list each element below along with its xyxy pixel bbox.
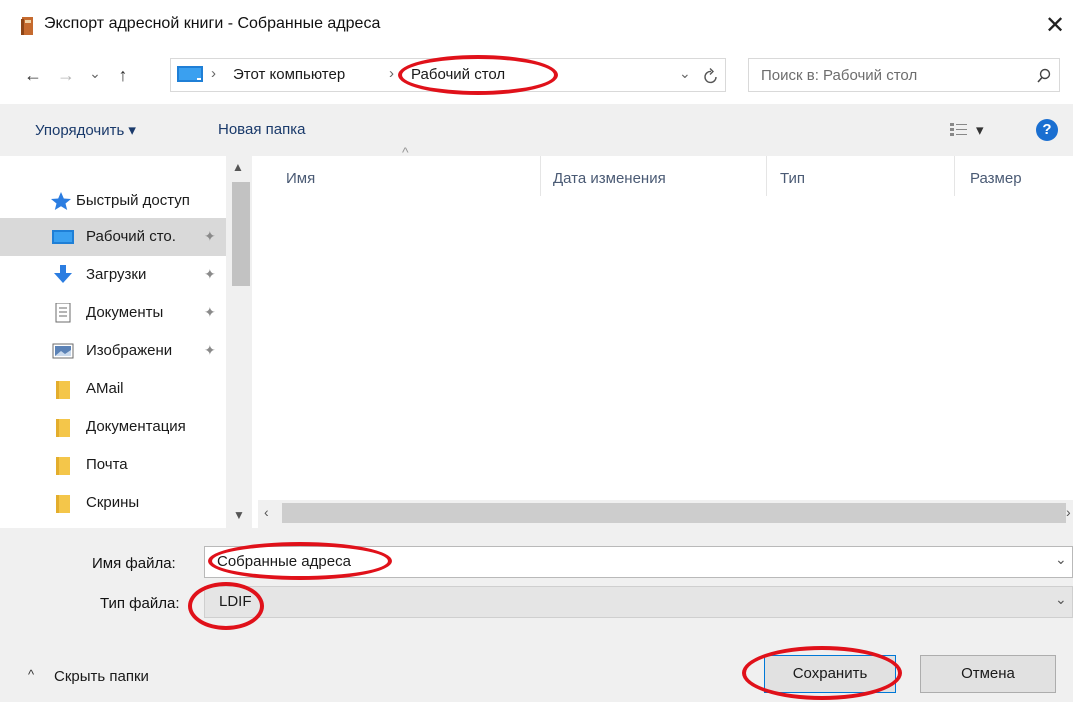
folder-icon: [56, 457, 70, 475]
sidebar-item-label: Изображени: [86, 342, 173, 359]
save-button[interactable]: Сохранить: [764, 655, 896, 693]
filename-label: Имя файла:: [92, 555, 176, 572]
filename-input[interactable]: Собранные адреса ⌄: [204, 546, 1073, 578]
command-bar: Упорядочить ▾ Новая папка ▾ ?: [0, 104, 1073, 156]
column-header-name[interactable]: Имя: [286, 170, 315, 187]
scroll-down-arrow-icon[interactable]: ▼: [233, 508, 245, 522]
sort-ascending-icon: ^: [402, 144, 409, 160]
sidebar-item-desktop[interactable]: Рабочий сто. ✦: [0, 218, 226, 256]
window-title: Экспорт адресной книги - Собранные адрес…: [44, 15, 381, 32]
sidebar-item-label: Скрины: [86, 494, 140, 511]
filetype-dropdown-chevron-icon[interactable]: ⌄: [1055, 591, 1067, 608]
vertical-scrollbar-thumb[interactable]: [232, 182, 250, 286]
sidebar-item-label: Быстрый доступ: [76, 192, 190, 209]
hide-folders-toggle[interactable]: Скрыть папки: [54, 668, 149, 685]
collapse-chevron-icon[interactable]: ^: [28, 667, 34, 682]
pin-icon: ✦: [204, 266, 216, 282]
filename-value: Собранные адреса: [217, 553, 351, 570]
title-bar: Экспорт адресной книги - Собранные адрес…: [0, 0, 1073, 52]
sidebar-item-pictures[interactable]: Изображени ✦: [0, 332, 226, 370]
navigation-pane: Быстрый доступ Рабочий сто. ✦ Загрузки ✦…: [0, 156, 258, 528]
scroll-up-arrow-icon[interactable]: ▲: [232, 160, 244, 174]
sidebar-item-documentation[interactable]: Документация: [0, 408, 226, 446]
breadcrumb-separator: ›: [211, 65, 216, 82]
filetype-label: Тип файла:: [100, 595, 180, 612]
refresh-icon[interactable]: [703, 67, 719, 85]
column-header-type[interactable]: Тип: [780, 170, 805, 187]
forward-arrow-icon[interactable]: →: [55, 64, 77, 88]
close-button[interactable]: ✕: [1038, 8, 1072, 44]
help-icon[interactable]: ?: [1036, 119, 1058, 141]
sidebar-item-downloads[interactable]: Загрузки ✦: [0, 256, 226, 294]
column-header-date-modified[interactable]: Дата изменения: [553, 170, 666, 187]
horizontal-scrollbar-thumb[interactable]: [282, 503, 1066, 523]
column-divider[interactable]: [766, 156, 767, 196]
folder-icon: [56, 495, 70, 513]
address-dropdown-chevron-icon[interactable]: ⌄: [679, 65, 691, 82]
recent-locations-chevron-icon[interactable]: ⌄: [84, 62, 106, 86]
breadcrumb-this-pc[interactable]: Этот компьютер: [233, 66, 345, 83]
star-icon: [51, 192, 71, 210]
back-arrow-icon[interactable]: ←: [22, 64, 44, 88]
sidebar-item-mail[interactable]: Почта: [0, 446, 226, 484]
search-icon[interactable]: [1037, 68, 1051, 84]
address-book-icon: [21, 17, 33, 35]
filename-dropdown-chevron-icon[interactable]: ⌄: [1055, 551, 1067, 568]
scroll-right-arrow-icon[interactable]: ›: [1066, 504, 1071, 520]
sidebar-item-screenshots[interactable]: Скрины: [0, 484, 226, 522]
scroll-left-arrow-icon[interactable]: ‹: [264, 504, 269, 520]
pin-icon: ✦: [204, 228, 216, 244]
sidebar-item-documents[interactable]: Документы ✦: [0, 294, 226, 332]
search-input[interactable]: Поиск в: Рабочий стол: [748, 58, 1060, 92]
sidebar-item-label: Рабочий сто.: [86, 228, 176, 245]
sidebar-item-quick-access[interactable]: Быстрый доступ: [0, 182, 226, 220]
sidebar-item-label: AMail: [86, 380, 124, 397]
organize-menu[interactable]: Упорядочить ▾: [35, 121, 136, 139]
sidebar-item-label: Почта: [86, 456, 128, 473]
image-icon: [52, 343, 74, 359]
breadcrumb-separator: ›: [389, 65, 394, 82]
desktop-icon: [52, 230, 74, 244]
desktop-icon: [177, 66, 203, 82]
pin-icon: ✦: [204, 342, 216, 358]
sidebar-item-label: Документы: [86, 304, 164, 321]
column-divider[interactable]: [540, 156, 541, 196]
breadcrumb-desktop[interactable]: Рабочий стол: [411, 66, 505, 83]
sidebar-item-label: Документация: [86, 418, 186, 435]
view-options-icon[interactable]: [950, 122, 968, 138]
cancel-button[interactable]: Отмена: [920, 655, 1056, 693]
sidebar-item-amail[interactable]: AMail: [0, 370, 226, 408]
column-divider[interactable]: [954, 156, 955, 196]
filetype-select[interactable]: LDIF ⌄: [204, 586, 1073, 618]
folder-icon: [56, 419, 70, 437]
column-header-size[interactable]: Размер: [970, 170, 1022, 187]
sidebar-item-label: Загрузки: [86, 266, 147, 283]
view-dropdown-chevron-icon[interactable]: ▾: [976, 121, 984, 139]
search-placeholder: Поиск в: Рабочий стол: [761, 67, 918, 84]
filetype-value: LDIF: [219, 593, 252, 610]
new-folder-button[interactable]: Новая папка: [218, 121, 305, 138]
folder-icon: [56, 381, 70, 399]
document-icon: [55, 303, 71, 323]
download-icon: [54, 265, 72, 283]
address-bar[interactable]: › Этот компьютер › Рабочий стол ⌄: [170, 58, 726, 92]
pin-icon: ✦: [204, 304, 216, 320]
up-arrow-icon[interactable]: ↑: [112, 64, 134, 88]
